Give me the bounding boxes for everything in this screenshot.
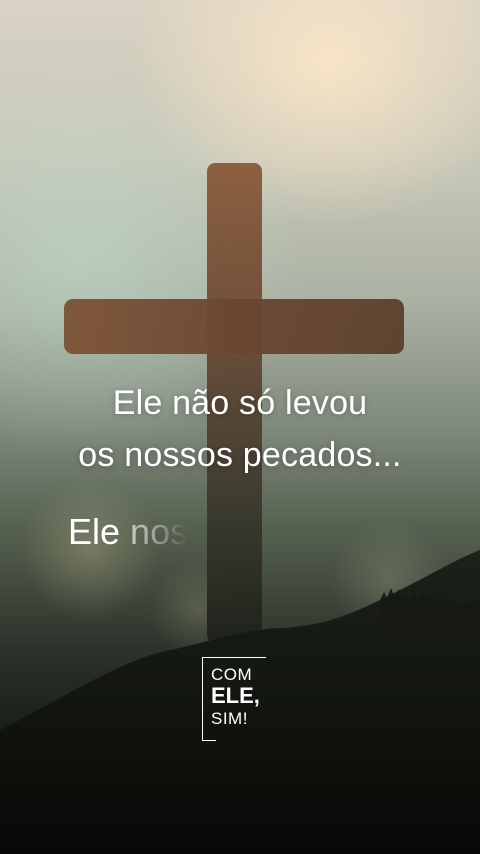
caption-line-2: os nossos pecados... xyxy=(78,436,402,474)
caption-line-1: Ele não só levou xyxy=(112,384,368,422)
caption-line-3-fading: nos xyxy=(130,511,189,552)
background-photo: Ele não só levou os nossos pecados... El… xyxy=(0,0,480,854)
brand-logo: COM ELE, SIM! xyxy=(202,657,268,741)
caption-line-3-visible: Ele xyxy=(68,511,131,552)
logo-border-left xyxy=(202,657,203,741)
logo-border-top xyxy=(202,657,266,658)
logo-word-com: COM xyxy=(211,665,253,684)
logo-word-ele: ELE, xyxy=(211,683,260,708)
caption-line-3: Ele nos xyxy=(68,504,188,560)
logo-border-bottom xyxy=(202,740,216,741)
logo-word-sim: SIM! xyxy=(211,709,248,728)
